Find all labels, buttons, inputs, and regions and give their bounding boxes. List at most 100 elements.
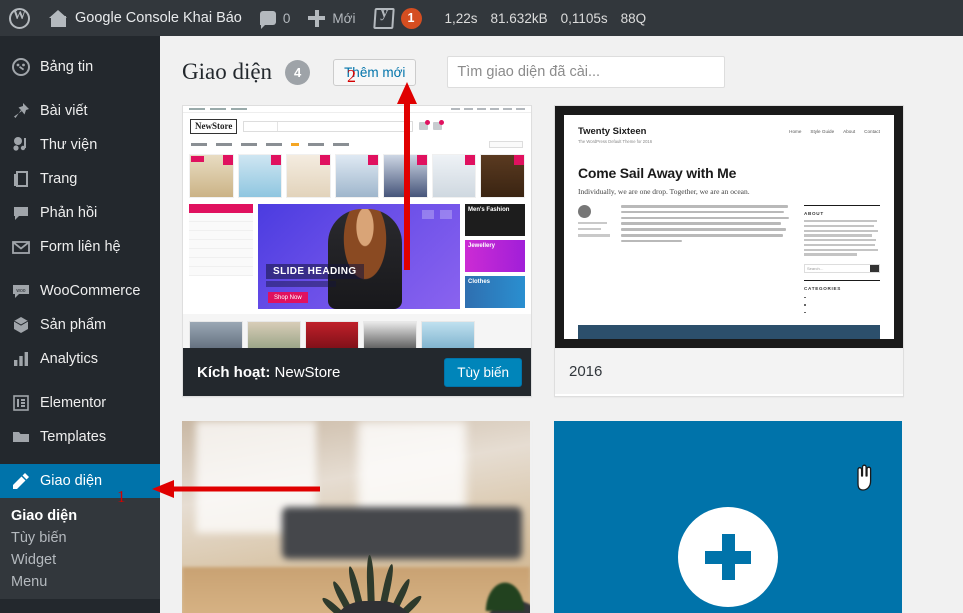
sidebar-label: WooCommerce (40, 283, 141, 299)
sidebar-label: Analytics (40, 351, 99, 367)
ts-nav: Home Style Guide About Contact (789, 126, 880, 134)
site-name-menu[interactable]: Google Console Khai Báo (40, 0, 251, 36)
ts-nav-item: Home (789, 129, 802, 134)
sidebar-label: Bảng tin (40, 59, 94, 75)
sidebar-item-bai-viet[interactable]: Bài viết (0, 94, 160, 128)
add-new-theme-tile[interactable] (554, 421, 902, 613)
annotation-arrow-up (397, 82, 417, 270)
sidebar-submenu-appearance: Giao diện Tùy biến Widget Menu (0, 498, 160, 599)
sidebar-item-woocommerce[interactable]: woo WooCommerce (0, 274, 160, 308)
newstore-preview-categories: Men's Fashion Jewellery Clothes (465, 204, 525, 309)
ts-search-placeholder: Search… (807, 265, 824, 271)
newstore-preview-logo: NewStore (190, 118, 238, 134)
sidebar-subitem-giao-dien[interactable]: Giao diện (0, 505, 160, 527)
theme-name: 2016 (569, 363, 603, 380)
theme-active-bar-newstore: Kích hoạt: NewStore Tùy biến (183, 348, 531, 396)
sidebar-label: Bài viết (40, 103, 88, 119)
ts-lede: Individually, we are one drop. Together,… (578, 187, 750, 196)
page-header: Giao diện 4 Thêm mới Tìm giao diện đã cà… (160, 36, 963, 88)
comment-icon (11, 203, 31, 223)
sidebar-item-trang[interactable]: Trang (0, 162, 160, 196)
stat-load-time: 1,22s (444, 10, 478, 26)
newstore-preview-topbar (183, 106, 531, 113)
theme-card-2016[interactable]: Twenty Sixteen The WordPress Default The… (554, 105, 904, 397)
theme-screenshot-2016[interactable]: Twenty Sixteen The WordPress Default The… (555, 106, 903, 348)
newstore-preview-search (243, 120, 414, 132)
newstore-preview-cat-0: Men's Fashion (465, 204, 525, 236)
theme-card-add-new[interactable] (554, 421, 904, 613)
wp-logo-menu[interactable] (0, 0, 40, 36)
newstore-preview-bottom-row (183, 314, 531, 348)
sidebar-label: Sản phẩm (40, 317, 107, 333)
newstore-preview-hero-slider: SLIDE HEADING Shop Now (258, 204, 460, 309)
plus-icon (308, 9, 326, 27)
plant-photo-preview (182, 421, 530, 613)
woocommerce-icon: woo (11, 281, 31, 301)
newstore-preview-cart (419, 120, 445, 130)
sidebar-item-san-pham[interactable]: Sản phẩm (0, 308, 160, 342)
ts-headline: Come Sail Away with Me (578, 165, 737, 181)
search-installed-themes-input[interactable]: Tìm giao diện đã cài... (447, 56, 726, 88)
theme-screenshot-photo[interactable] (182, 421, 530, 613)
annotation-label-1: 1 (117, 487, 126, 506)
newstore-preview-shop-now: Shop Now (268, 292, 308, 303)
sidebar-subitem-menu[interactable]: Menu (0, 571, 160, 593)
sidebar-subitem-tuy-bien[interactable]: Tùy biến (0, 527, 160, 549)
customize-button[interactable]: Tùy biến (444, 357, 522, 387)
theme-active-name: NewStore (274, 363, 341, 381)
sidebar-item-form-lien-he[interactable]: Form liên hệ (0, 230, 160, 264)
ts-post-body (621, 205, 791, 317)
appearance-brush-icon (11, 471, 31, 491)
ts-site-title: Twenty Sixteen (578, 126, 647, 137)
ts-sidebar: ABOUT Search… CATEGORIES (804, 205, 880, 317)
ts-nav-item: Contact (864, 129, 880, 134)
theme-active-prefix: Kích hoạt: (197, 363, 271, 381)
avatar (578, 205, 591, 218)
comment-bubble-icon (259, 11, 276, 29)
theme-card-newstore[interactable]: NewStore SLIDE HEADING Shop Now Men's Fa… (182, 105, 532, 397)
page-title: Giao diện (182, 59, 273, 84)
comments-menu[interactable]: 0 (251, 0, 300, 36)
new-content-menu[interactable]: Mới (299, 0, 364, 36)
site-name-label: Google Console Khai Báo (75, 10, 242, 26)
sidebar-label: Giao diện (40, 473, 103, 489)
sidebar-label: Form liên hệ (40, 239, 121, 255)
home-icon (49, 9, 68, 27)
ts-widget-categories-title: CATEGORIES (804, 285, 842, 291)
sidebar-item-giao-dien[interactable]: Giao diện (0, 464, 160, 498)
stat-query-count: 88Q (620, 10, 647, 26)
sidebar-item-templates[interactable]: Templates (0, 420, 160, 454)
ts-featured-image (578, 325, 880, 339)
pin-icon (11, 101, 31, 121)
sidebar-item-bang-tin[interactable]: Bảng tin (0, 50, 160, 84)
admin-bar: Google Console Khai Báo 0 Mới 1 1,22s 81… (0, 0, 963, 36)
ts-nav-item: Style Guide (810, 129, 835, 134)
sidebar-item-elementor[interactable]: Elementor (0, 386, 160, 420)
theme-screenshot-newstore[interactable]: NewStore SLIDE HEADING Shop Now Men's Fa… (183, 106, 531, 348)
newstore-preview-slide-heading: SLIDE HEADING (266, 264, 364, 279)
theme-card-photo[interactable] (182, 421, 532, 613)
newstore-preview-product-row (183, 150, 531, 204)
mouse-cursor (852, 464, 874, 492)
sidebar-item-thu-vien[interactable]: Thư viện (0, 128, 160, 162)
themes-grid: NewStore SLIDE HEADING Shop Now Men's Fa… (182, 105, 963, 613)
ts-site-tagline: The WordPress Default Theme for 2016 (578, 139, 653, 144)
main-content: Giao diện 4 Thêm mới Tìm giao diện đã cà… (160, 36, 963, 613)
sidebar-item-analytics[interactable]: Analytics (0, 342, 160, 376)
ts-post-meta (578, 205, 614, 317)
newstore-preview-header: NewStore (183, 113, 531, 139)
newstore-preview-sidebar (189, 204, 253, 309)
sidebar-subitem-widget[interactable]: Widget (0, 549, 160, 571)
yoast-seo-icon (372, 7, 395, 29)
sidebar-item-phan-hoi[interactable]: Phản hồi (0, 196, 160, 230)
newstore-preview-nav (183, 139, 531, 150)
annotation-arrow-left (152, 480, 320, 498)
newstore-preview-cat-1: Jewellery (465, 240, 525, 272)
yoast-seo-menu[interactable]: 1 (365, 0, 431, 36)
envelope-icon (11, 237, 31, 257)
stat-query-time: 0,1105s (560, 10, 608, 26)
new-content-label: Mới (332, 10, 356, 26)
sidebar-label: Phản hồi (40, 205, 98, 221)
performance-stats: 1,22s 81.632kB 0,1105s 88Q (431, 11, 647, 26)
svg-text:woo: woo (16, 288, 25, 294)
